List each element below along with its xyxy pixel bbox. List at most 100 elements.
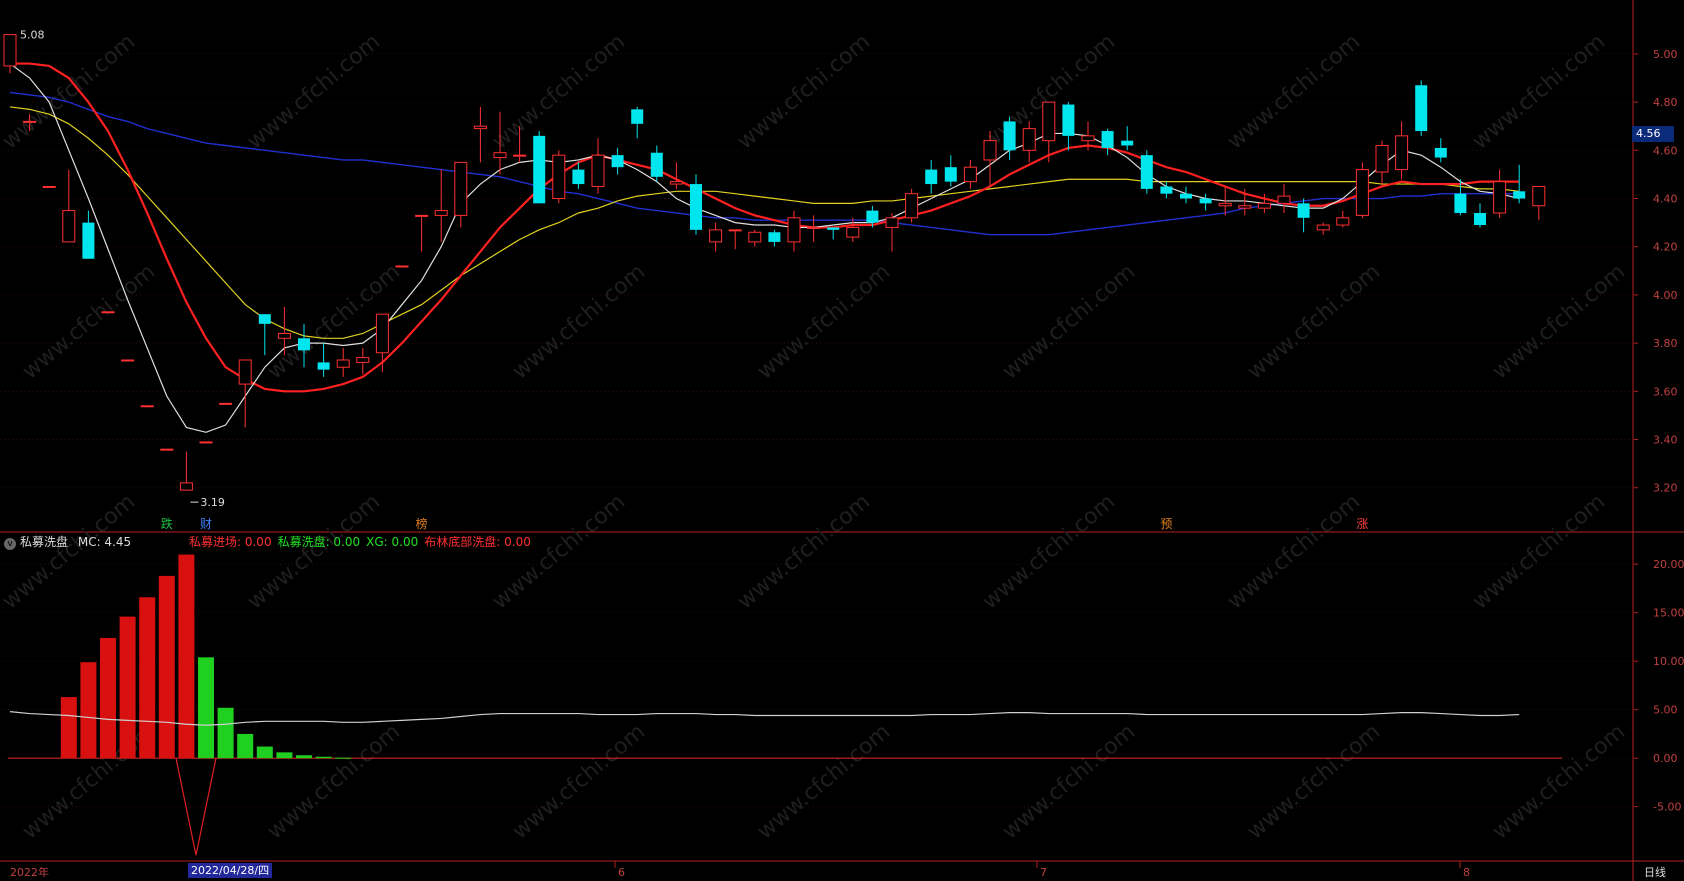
candle-body-up [1257,202,1271,209]
watermark-text: www.cfchi.com [998,259,1140,384]
indicator-green-bar [276,752,293,759]
legend-item: 布林底部洗盘: 0.00 [424,535,531,549]
candle-body-down [866,210,879,223]
candle-body-down [1101,131,1114,148]
candle-body-up [454,161,468,216]
candle-body-down [650,152,663,177]
price-tick-label: 4.00 [1653,289,1678,302]
indicator-red-bar [158,575,175,759]
candle-body-up [62,210,76,243]
watermark-text: www.cfchi.com [1223,489,1365,614]
legend-item: XG: 0.00 [366,535,419,549]
period-label[interactable]: 日线 [1644,864,1666,880]
candle-body-up [23,120,37,123]
indicator-red-bar [178,554,195,759]
stock-chart[interactable]: 5.00 4.80 4.60 4.40 4.20 4.00 3.80 3.60 3.40 3.20… [0,0,1684,881]
candle-body-up [434,210,448,216]
indicator-tick-label: -5.00 [1653,801,1681,814]
candle-body-down [1297,203,1310,218]
signal-marker: 榜 [416,516,428,531]
candle-body-down [298,338,310,351]
indicator-red-bar [60,697,77,759]
signal-marker: 跌 [161,516,173,531]
price-tick-label: 3.40 [1653,434,1678,447]
indicator-tick-label: 0.00 [1653,752,1678,765]
candle-body-up [787,217,801,243]
candle-body-up [1336,217,1350,226]
watermark-text: www.cfchi.com [0,489,140,614]
candle-body-up [1316,224,1330,231]
high-annotation: 5.08 [20,29,45,42]
candle-body-up [728,229,742,232]
indicator-red-bar [139,597,156,759]
watermark-text: www.cfchi.com [18,259,160,384]
candle-body-up [983,140,997,161]
price-tick-label: 3.60 [1653,385,1678,398]
time-label: 6 [618,866,625,879]
candle-body-down [611,155,624,168]
candle-body-down [1121,140,1134,146]
time-label: 7 [1040,866,1047,879]
candle-body-down [533,135,546,204]
candle-body-up [395,265,409,268]
legend-item: 私募进场: 0.00 [189,535,272,549]
price-tick-label: 4.40 [1653,193,1678,206]
indicator-red-bar [80,662,97,759]
candle-body-up [3,34,17,67]
indicator-title[interactable]: v 私募洗盘 MC: 4.45 [4,533,131,550]
candle-body-down [1180,193,1192,199]
candle-body-down [944,167,957,182]
watermark-text: www.cfchi.com [508,719,650,844]
candle-body-up [669,181,683,185]
candle-body-up [1493,181,1507,214]
watermark-text: www.cfchi.com [1488,259,1630,384]
indicator-green-bar [198,657,214,759]
price-tick-label: 3.80 [1653,337,1678,350]
candle-body-up [160,448,174,451]
watermark-text: www.cfchi.com [753,719,895,844]
low-annotation: 3.19 [200,496,225,509]
mc-value: MC: 4.45 [77,535,132,549]
candle-body-up [219,402,233,405]
indicator-red-bar [119,616,136,759]
watermark-text: www.cfchi.com [1488,719,1630,844]
watermark-text: www.cfchi.com [1243,259,1385,384]
candle-body-up [493,152,507,159]
watermark-text: www.cfchi.com [488,29,630,154]
candle-body-up [552,154,566,200]
candle-body-up [963,166,977,183]
candle-body-down [1434,147,1447,158]
price-tick-label: 5.00 [1653,48,1678,61]
indicator-menu-icon[interactable]: v [4,538,16,550]
candle-body-up [1375,145,1389,173]
candle-body-down [82,222,95,259]
candle-body-down [1003,121,1016,151]
indicator-name: 私募洗盘 [20,535,69,549]
watermark-text: www.cfchi.com [978,489,1120,614]
time-label: 8 [1463,866,1470,879]
candle-body-up [1355,169,1369,216]
current-price-tag: 4.56 [1632,126,1674,142]
candle-body-down [1415,85,1428,132]
candle-body-down [572,169,585,185]
indicator-green-bar [296,755,312,759]
candle-body-up [1238,205,1252,209]
time-label: 2022年 [10,865,49,879]
indicator-green-bar [217,707,234,759]
candle-body-up [415,214,429,217]
watermark-text: www.cfchi.com [243,489,385,614]
candle-body-up [513,154,527,157]
candle-body-up [356,357,370,363]
candle-body-up [1218,202,1232,207]
ma20-line [9,106,1520,339]
candle-body-up [277,332,291,339]
watermark-text: www.cfchi.com [753,259,895,384]
candle-body-down [925,169,938,185]
candle-body-down [1140,155,1153,189]
watermark-text: www.cfchi.com [1243,719,1385,844]
candle-body-down [1062,104,1075,136]
price-tick-label: 4.20 [1653,241,1678,254]
candle-body-up [473,125,487,130]
watermark-text: www.cfchi.com [263,719,405,844]
candle-body-up [121,359,135,362]
